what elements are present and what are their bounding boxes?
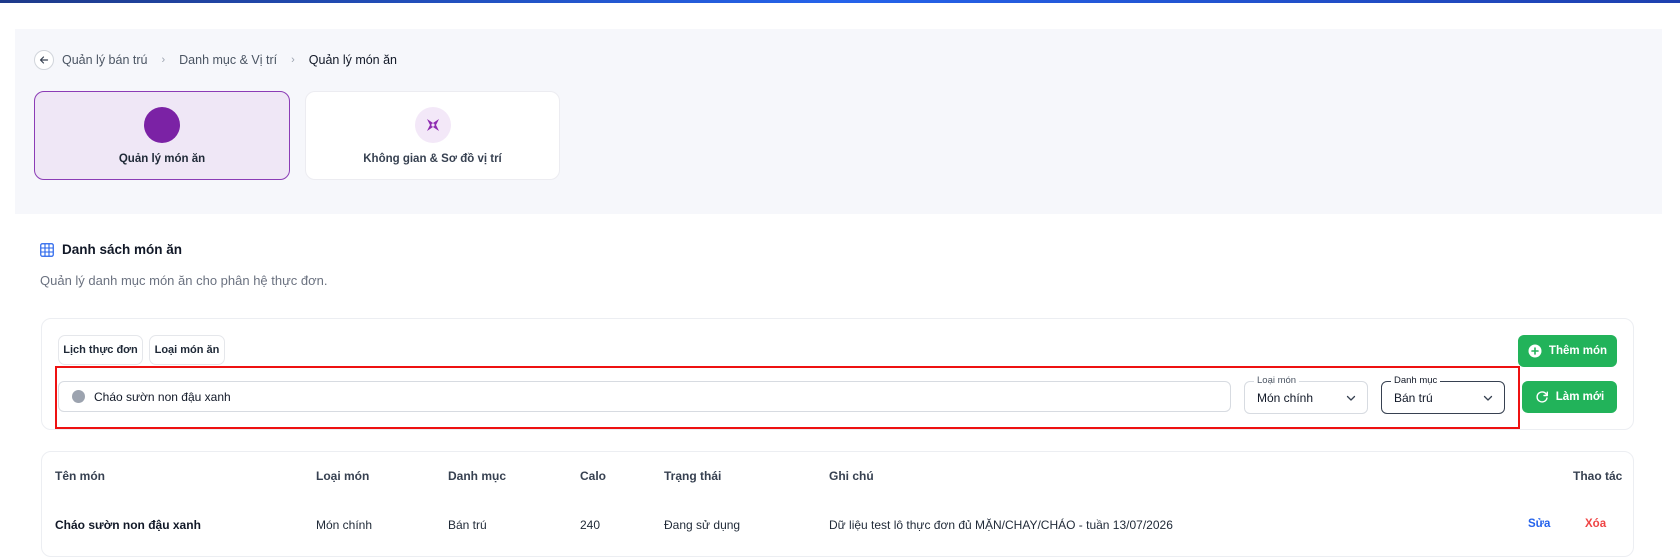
tab-label: Quản lý món ăn: [118, 152, 206, 165]
col-header-calo: Calo: [580, 469, 607, 483]
breadcrumb-separator: ›: [291, 54, 295, 66]
refresh-button[interactable]: Làm mới: [1522, 381, 1617, 413]
cell-note: Dữ liệu test lô thực đơn đủ MẶN/CHAY/CHÁ…: [829, 518, 1173, 532]
breadcrumb: Quản lý bán trú › Danh mục & Vị trí › Qu…: [34, 49, 397, 71]
edit-button[interactable]: Sửa: [1528, 518, 1550, 530]
refresh-label: Làm mới: [1555, 391, 1605, 403]
category-label: Danh mục: [1391, 375, 1441, 386]
cell-name: Cháo sườn non đậu xanh: [55, 518, 201, 532]
chip-lich-thuc-don[interactable]: Lịch thực đơn: [58, 335, 143, 365]
dish-type-select[interactable]: Loại món Món chính: [1244, 375, 1368, 414]
cell-calo: 240: [580, 518, 601, 532]
add-dish-label: Thêm món: [1548, 345, 1608, 357]
chip-loai-mon-an[interactable]: Loại món ăn: [149, 335, 225, 365]
cell-type: Món chính: [316, 518, 373, 532]
search-value: Cháo sườn non đậu xanh: [94, 389, 231, 404]
col-header-thao-tac: Thao tác: [1573, 469, 1623, 483]
col-header-ghi-chu: Ghi chú: [829, 469, 874, 483]
refresh-icon: [1536, 391, 1548, 403]
map-pin-icon: [414, 106, 451, 143]
plus-circle-icon: [1528, 344, 1542, 358]
tab-label: Không gian & Sơ đồ vị trí: [363, 152, 502, 165]
section-title: Danh sách món ăn: [40, 242, 182, 257]
breadcrumb-separator: ›: [161, 54, 166, 66]
breadcrumb-item-danh-muc[interactable]: Danh mục & Vị trí: [179, 53, 277, 67]
grid-icon: [40, 242, 54, 257]
tab-quan-ly-mon-an[interactable]: Quản lý món ăn: [34, 91, 290, 180]
cell-status: Đang sử dụng: [664, 518, 741, 532]
dish-type-label: Loại món: [1254, 375, 1300, 386]
back-button[interactable]: [34, 50, 54, 70]
tab-khong-gian-so-do[interactable]: Không gian & Sơ đồ vị trí: [305, 91, 560, 180]
top-accent-bar: [0, 0, 1680, 3]
search-icon: [72, 390, 85, 403]
col-header-ten-mon: Tên món: [55, 469, 105, 483]
dish-type-value: Món chính: [1257, 391, 1314, 405]
col-header-danh-muc: Danh mục: [448, 469, 507, 483]
back-arrow-icon: [39, 56, 49, 64]
category-select[interactable]: Danh mục Bán trú: [1381, 375, 1505, 414]
breadcrumb-item-ban-tru[interactable]: Quản lý bán trú: [62, 53, 147, 67]
chevron-down-icon: [1346, 395, 1356, 401]
chevron-down-icon: [1483, 395, 1493, 401]
dish-table: [41, 451, 1634, 557]
category-value: Bán trú: [1394, 391, 1433, 405]
breadcrumb-current: Quản lý món ăn: [308, 53, 398, 67]
dish-icon: [144, 106, 180, 143]
add-dish-button[interactable]: Thêm món: [1518, 335, 1617, 367]
delete-button[interactable]: Xóa: [1585, 518, 1606, 530]
cell-category: Bán trú: [448, 518, 487, 532]
col-header-loai-mon: Loại món: [316, 469, 370, 483]
col-header-trang-thai: Trạng thái: [664, 469, 722, 483]
section-title-text: Danh sách món ăn: [62, 242, 183, 257]
search-input[interactable]: Cháo sườn non đậu xanh: [58, 381, 1231, 412]
section-description: Quản lý danh mục món ăn cho phân hệ thực…: [40, 273, 328, 288]
